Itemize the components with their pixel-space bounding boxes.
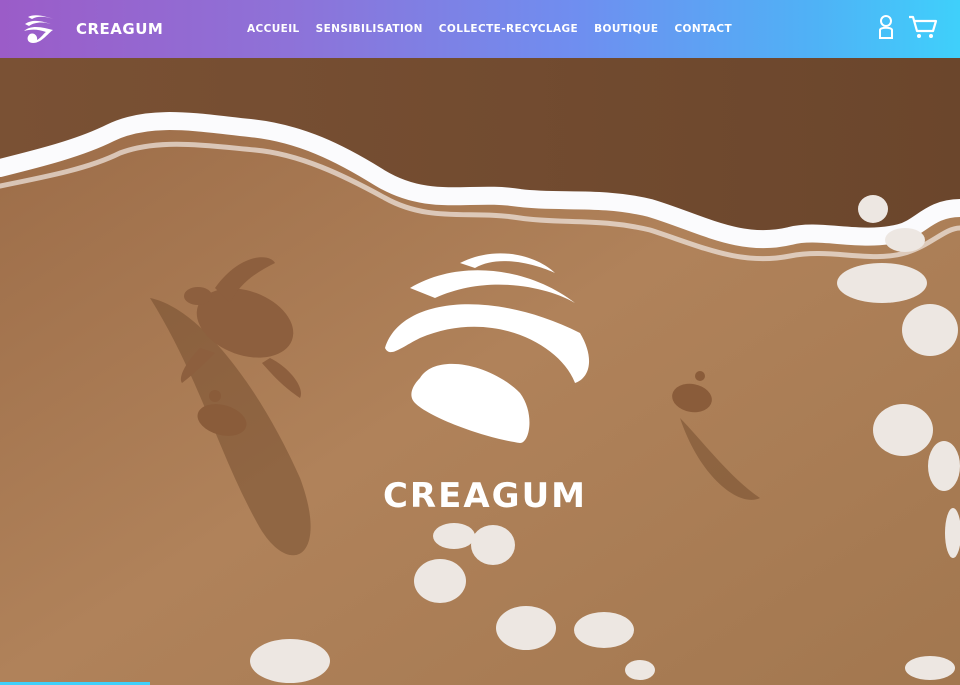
main-navigation: ACCUEIL SENSIBILISATION COLLECTE-RECYCLA… bbox=[247, 0, 732, 58]
brand[interactable]: CREAGUM bbox=[22, 13, 163, 45]
user-icon[interactable] bbox=[878, 14, 894, 45]
hero-banner: CREAGUM bbox=[0, 58, 960, 685]
brand-name: CREAGUM bbox=[76, 20, 164, 38]
nav-link-sensibilisation[interactable]: SENSIBILISATION bbox=[316, 23, 423, 35]
cart-icon[interactable] bbox=[908, 14, 938, 45]
top-navbar: CREAGUM ACCUEIL SENSIBILISATION COLLECTE… bbox=[0, 0, 960, 58]
nav-link-accueil[interactable]: ACCUEIL bbox=[247, 23, 300, 35]
nav-link-boutique[interactable]: BOUTIQUE bbox=[594, 23, 658, 35]
nav-link-collecte-recyclage[interactable]: COLLECTE-RECYCLAGE bbox=[439, 23, 578, 35]
nav-link-contact[interactable]: CONTACT bbox=[674, 23, 732, 35]
nav-actions bbox=[878, 14, 938, 45]
creagum-logo-icon bbox=[22, 13, 56, 45]
creagum-hero-logo bbox=[380, 248, 600, 453]
hero-title: CREAGUM bbox=[382, 476, 588, 516]
